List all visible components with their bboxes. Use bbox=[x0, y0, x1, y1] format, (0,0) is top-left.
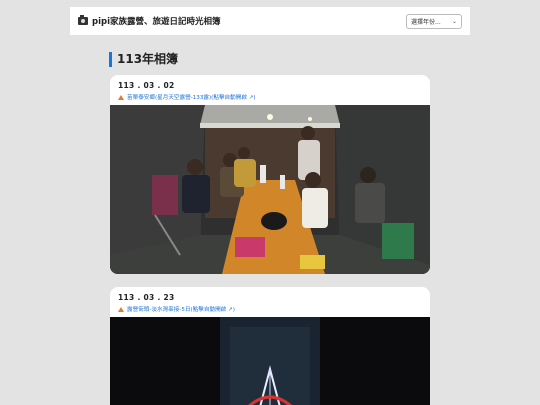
chevron-down-icon: ⌄ bbox=[451, 17, 457, 25]
album-photo[interactable] bbox=[110, 317, 430, 405]
camera-icon bbox=[78, 15, 88, 25]
location-text: 苗栗泰安鄉(星月天空露營-133露)(點擊自動開啟 ↗) bbox=[127, 95, 256, 101]
post-date: 113 . 03 . 02 bbox=[118, 81, 175, 90]
year-select[interactable]: 選擇年份... ⌄ bbox=[406, 13, 462, 29]
site-brand[interactable]: pipi家族露營、旅遊日記時光相簿 bbox=[78, 15, 221, 27]
top-bar: pipi家族露營、旅遊日記時光相簿 選擇年份... ⌄ bbox=[70, 7, 470, 35]
year-select-value: 選擇年份... bbox=[411, 18, 441, 26]
section-title: 113年相簿 bbox=[109, 52, 178, 67]
location-link[interactable]: 露營街頭-淡水灣串接-5日(點擊自動開啟 ↗) bbox=[118, 305, 422, 313]
post-date: 113 . 03 . 23 bbox=[118, 293, 175, 302]
tent-icon bbox=[118, 94, 124, 100]
album-photo[interactable] bbox=[110, 105, 430, 274]
night-bridge-photo bbox=[110, 317, 430, 405]
location-text: 露營街頭-淡水灣串接-5日(點擊自動開啟 ↗) bbox=[127, 307, 235, 313]
tent-icon bbox=[118, 306, 124, 312]
location-link[interactable]: 苗栗泰安鄉(星月天空露營-133露)(點擊自動開啟 ↗) bbox=[118, 93, 422, 101]
camping-tent-photo bbox=[110, 105, 430, 274]
album-card: 113 . 03 . 02 苗栗泰安鄉(星月天空露營-133露)(點擊自動開啟 … bbox=[110, 75, 430, 274]
site-title: pipi家族露營、旅遊日記時光相簿 bbox=[92, 17, 221, 27]
card-header: 113 . 03 . 23 露營街頭-淡水灣串接-5日(點擊自動開啟 ↗) bbox=[110, 287, 430, 317]
card-header: 113 . 03 . 02 苗栗泰安鄉(星月天空露營-133露)(點擊自動開啟 … bbox=[110, 75, 430, 105]
album-card: 113 . 03 . 23 露營街頭-淡水灣串接-5日(點擊自動開啟 ↗) bbox=[110, 287, 430, 405]
